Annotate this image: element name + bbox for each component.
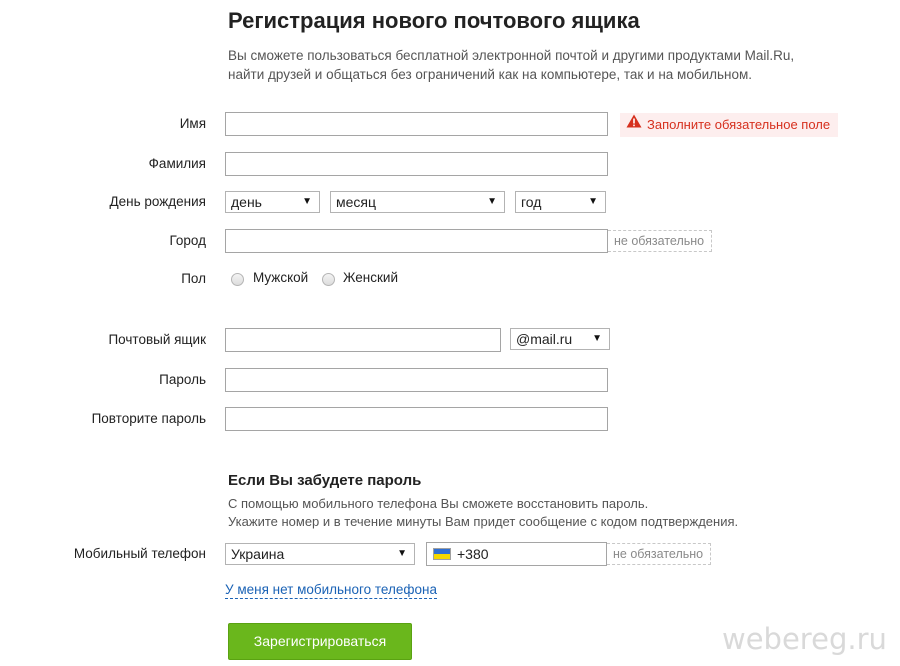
password-repeat-input[interactable] — [225, 407, 608, 431]
subtitle-line-2: найти друзей и общаться без ограничений … — [228, 67, 753, 82]
mail-domain-value: @mail.ru — [516, 331, 573, 347]
first-name-input[interactable] — [225, 112, 608, 136]
page-subtitle: Вы сможете пользоваться бесплатной элект… — [228, 46, 794, 84]
birthday-month-select[interactable]: месяц ▼ — [330, 191, 505, 213]
first-name-label: Имя — [179, 116, 206, 131]
password-repeat-label: Повторите пароль — [91, 411, 206, 426]
warning-icon — [626, 112, 642, 136]
gender-male-label[interactable]: Мужской — [253, 270, 308, 285]
phone-input[interactable]: +380 — [426, 542, 607, 566]
recovery-description: С помощью мобильного телефона Вы сможете… — [228, 495, 738, 531]
phone-value: +380 — [457, 546, 489, 562]
gender-male-radio[interactable] — [231, 273, 244, 286]
country-select-value: Украина — [231, 546, 285, 562]
birthday-year-select[interactable]: год ▼ — [515, 191, 606, 213]
chevron-down-icon: ▼ — [302, 196, 312, 207]
required-field-error: Заполните обязательное поле — [620, 112, 839, 137]
day-select-value: день — [231, 194, 262, 210]
recovery-text-line-2: Укажите номер и в течение минуты Вам при… — [228, 514, 739, 529]
page-title: Регистрация нового почтового ящика — [228, 8, 640, 33]
password-input[interactable] — [225, 368, 608, 392]
no-phone-link[interactable]: У меня нет мобильного телефона — [225, 582, 437, 599]
gender-female-radio[interactable] — [322, 273, 335, 286]
birthday-day-select[interactable]: день ▼ — [225, 191, 320, 213]
mobile-phone-label: Мобильный телефон — [73, 546, 206, 561]
mailbox-input[interactable] — [225, 328, 501, 352]
city-label: Город — [169, 233, 206, 248]
error-text: Заполните обязательное поле — [647, 117, 831, 132]
password-label: Пароль — [159, 372, 206, 387]
gender-label: Пол — [181, 271, 206, 286]
city-optional-hint: не обязательно — [608, 230, 713, 252]
recovery-text-line-1: С помощью мобильного телефона Вы сможете… — [228, 496, 649, 511]
chevron-down-icon: ▼ — [397, 548, 407, 559]
watermark: webereg.ru — [722, 622, 887, 656]
ukraine-flag-icon — [433, 548, 451, 561]
mailbox-label: Почтовый ящик — [108, 332, 206, 347]
register-button[interactable]: Зарегистрироваться — [228, 623, 412, 660]
country-select[interactable]: Украина ▼ — [225, 543, 415, 565]
month-select-value: месяц — [336, 194, 377, 210]
chevron-down-icon: ▼ — [592, 333, 602, 344]
phone-optional-hint: не обязательно — [607, 543, 712, 565]
last-name-input[interactable] — [225, 152, 608, 176]
year-select-value: год — [521, 194, 542, 210]
last-name-label: Фамилия — [148, 156, 206, 171]
birthday-label: День рождения — [109, 194, 206, 209]
city-input[interactable] — [225, 229, 608, 253]
chevron-down-icon: ▼ — [487, 196, 497, 207]
subtitle-line-1: Вы сможете пользоваться бесплатной элект… — [228, 48, 795, 63]
chevron-down-icon: ▼ — [588, 196, 598, 207]
mail-domain-select[interactable]: @mail.ru ▼ — [510, 328, 610, 350]
recovery-title: Если Вы забудете пароль — [228, 472, 422, 489]
gender-female-label[interactable]: Женский — [343, 270, 398, 285]
